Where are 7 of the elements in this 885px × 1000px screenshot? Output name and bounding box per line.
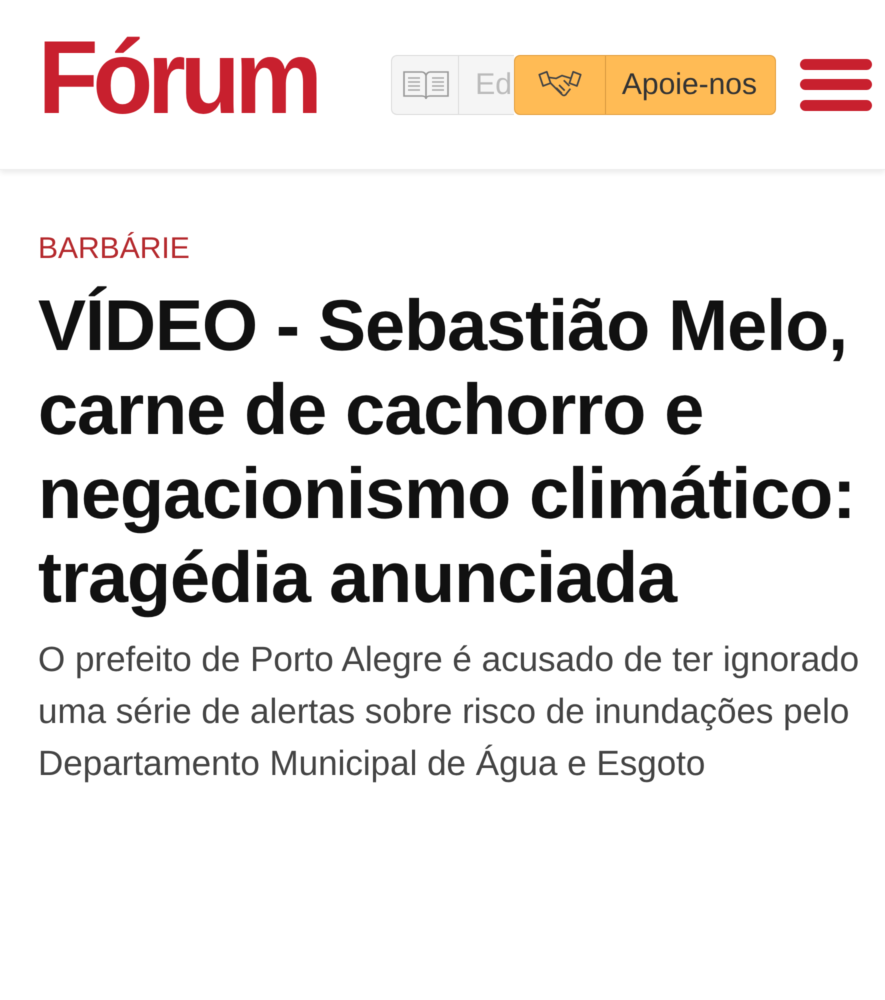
- menu-icon[interactable]: [800, 58, 872, 110]
- headline: VÍDEO - Sebastião Melo, carne de cachorro e negacionismo climático: tragédia anunciada: [38, 285, 856, 620]
- category-label[interactable]: BARBÁRIE: [38, 232, 865, 266]
- book-icon: [402, 68, 450, 100]
- support-button[interactable]: Apoie-nos: [514, 54, 776, 114]
- article-subtitle: O prefeito de Porto Alegre é acusado de ter ignorado uma série de alertas sobre risco de inundações pelo Departamento Municipal de Água e Esgoto: [38, 639, 860, 785]
- site-logo[interactable]: Fórum: [38, 26, 317, 130]
